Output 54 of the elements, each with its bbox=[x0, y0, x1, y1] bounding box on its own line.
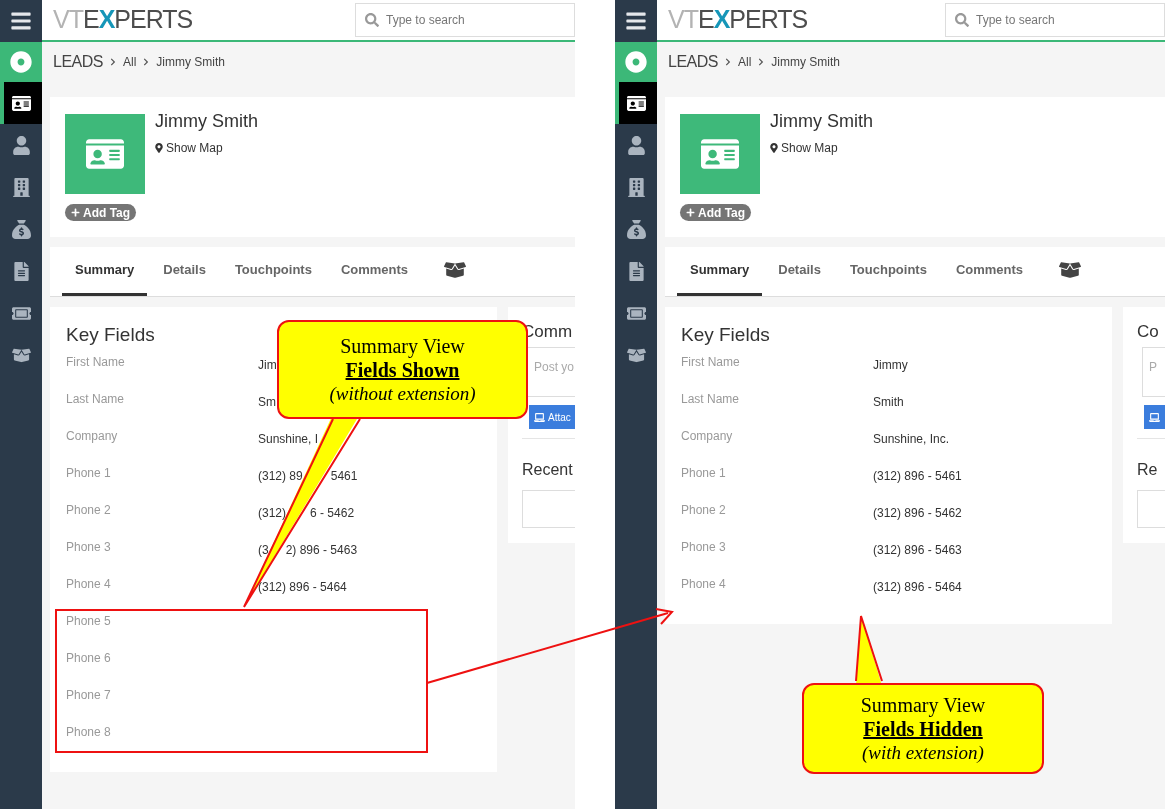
field-label: Phone 2 bbox=[66, 502, 112, 519]
card-title: Recent bbox=[522, 460, 573, 480]
field-label: First Name bbox=[66, 354, 126, 371]
record-name: Jimmy Smith bbox=[770, 113, 873, 129]
callout-emphasis: Fields Shown bbox=[345, 358, 460, 382]
field-value: 2) 896 - 5463 bbox=[285, 542, 358, 559]
field-label: Company bbox=[681, 428, 734, 445]
field-value: (312) 896 - 5464 bbox=[873, 579, 962, 596]
field-label: First Name bbox=[681, 354, 741, 371]
placeholder: Post yo bbox=[534, 360, 575, 374]
field-value: (312) 896 - 5463 bbox=[873, 542, 962, 559]
field-value: (312) 89 bbox=[258, 468, 303, 485]
card-title: Key Fields bbox=[66, 323, 155, 347]
field-label: Phone 4 bbox=[66, 576, 112, 593]
field-label: Phone 3 bbox=[681, 539, 727, 556]
field-value: Jimmy bbox=[873, 357, 908, 374]
field-label: Phone 3 bbox=[66, 539, 112, 556]
field-label: Last Name bbox=[66, 391, 126, 408]
card-title: Key Fields bbox=[681, 323, 770, 347]
field-value: (312) 896 - 5462 bbox=[873, 505, 962, 522]
field-label: Phone 5 bbox=[66, 613, 112, 630]
callout-title: Summary View bbox=[860, 692, 986, 717]
logo: VTEXPERTS bbox=[668, 4, 809, 36]
callout-note: (without extension) bbox=[329, 381, 476, 406]
module-title: LEADS bbox=[668, 52, 718, 72]
field-label: Company bbox=[66, 428, 119, 445]
field-label: Phone 6 bbox=[66, 650, 112, 667]
field-label: Phone 8 bbox=[66, 724, 112, 741]
field-value: (3 bbox=[258, 542, 269, 559]
record-name: Jimmy Smith bbox=[155, 113, 258, 129]
field-value: 6 - 5462 bbox=[310, 505, 355, 522]
card-title: Re bbox=[1137, 460, 1158, 480]
callout-title: Summary View bbox=[340, 333, 465, 358]
card-title: Co bbox=[1137, 321, 1159, 343]
field-label: Phone 1 bbox=[681, 465, 727, 482]
field-value: Sunshine, I bbox=[258, 431, 319, 448]
logo: VTEXPERTS bbox=[53, 4, 194, 36]
field-label: Phone 7 bbox=[66, 687, 112, 704]
field-value: (312) bbox=[258, 505, 286, 522]
field-value: Jim bbox=[258, 357, 277, 374]
field-value: (312) 896 - 5461 bbox=[873, 468, 962, 485]
callout-emphasis: Fields Hidden bbox=[863, 717, 983, 741]
field-label: Phone 1 bbox=[66, 465, 112, 482]
field-value: Sm bbox=[258, 394, 276, 411]
field-label: Phone 2 bbox=[681, 502, 727, 519]
module-title: LEADS bbox=[53, 52, 103, 72]
field-label: Phone 4 bbox=[681, 576, 727, 593]
field-label: Last Name bbox=[681, 391, 741, 408]
field-value: Smith bbox=[873, 394, 904, 411]
placeholder: P bbox=[1149, 360, 1157, 374]
field-value: (312) 896 - 5464 bbox=[258, 579, 347, 596]
field-value: Sunshine, Inc. bbox=[873, 431, 950, 448]
field-value: 5461 bbox=[330, 468, 358, 485]
callout-note: (with extension) bbox=[862, 740, 984, 765]
